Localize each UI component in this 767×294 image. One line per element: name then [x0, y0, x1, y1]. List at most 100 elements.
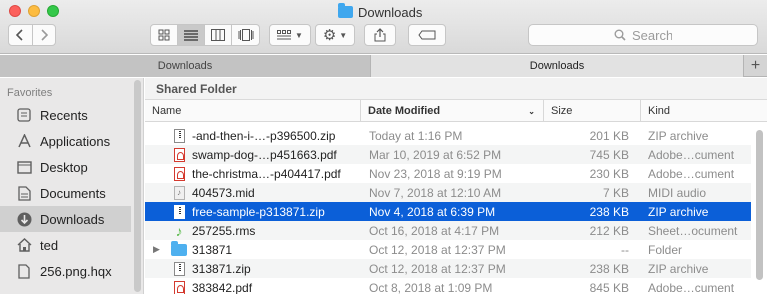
- column-label: Name: [152, 105, 182, 117]
- file-row[interactable]: 383842.pdf Oct 8, 2018 at 1:09 PM 845 KB…: [145, 278, 751, 294]
- scrollbar-thumb[interactable]: [756, 130, 763, 280]
- file-list-pane: Shared Folder Name Date Modified ⌄ Size K…: [145, 78, 767, 294]
- sidebar-item-label: Recents: [40, 107, 88, 123]
- back-button[interactable]: [9, 25, 33, 45]
- file-size: 745 KB: [589, 147, 629, 162]
- title-bar: Downloads ▼ ⚙ ▼: [0, 0, 767, 54]
- path-bar: Shared Folder: [145, 78, 767, 100]
- tags-button[interactable]: [408, 24, 446, 46]
- home-icon: [16, 237, 32, 253]
- group-by-button[interactable]: ▼: [269, 24, 311, 46]
- column-size-header[interactable]: Size: [543, 100, 640, 122]
- file-date: Oct 16, 2018 at 4:17 PM: [369, 223, 500, 238]
- back-forward-control: [8, 24, 56, 46]
- file-row[interactable]: 404573.mid Nov 7, 2018 at 12:10 AM 7 KB …: [145, 183, 751, 202]
- action-menu-button[interactable]: ⚙ ▼: [315, 24, 355, 46]
- column-date-header[interactable]: Date Modified ⌄: [360, 100, 543, 122]
- sidebar-item-home[interactable]: ted: [0, 232, 131, 258]
- cover-flow-icon: [238, 29, 253, 41]
- file-size: 201 KB: [589, 128, 629, 143]
- file-date: Oct 12, 2018 at 12:37 PM: [369, 261, 506, 276]
- file-kind: MIDI audio: [648, 185, 707, 200]
- forward-button[interactable]: [33, 25, 56, 45]
- tab-downloads-2[interactable]: Downloads: [371, 55, 744, 77]
- zip-file-icon: [171, 259, 187, 278]
- zoom-window-button[interactable]: [47, 5, 59, 17]
- chevron-down-icon: ▼: [339, 30, 348, 40]
- sidebar-item-label: Desktop: [40, 159, 88, 175]
- file-size: 212 KB: [589, 223, 629, 238]
- sidebar-item-desktop[interactable]: Desktop: [0, 154, 131, 180]
- sidebar-item-label: 256.png.hqx: [40, 263, 112, 279]
- file-kind: Folder: [648, 242, 683, 257]
- cover-flow-view-button[interactable]: [232, 25, 259, 45]
- sidebar-item-recents[interactable]: Recents: [0, 102, 131, 128]
- tab-label: Downloads: [157, 60, 213, 72]
- file-date: Nov 23, 2018 at 9:19 PM: [369, 166, 502, 181]
- tab-downloads-1[interactable]: Downloads: [0, 55, 371, 77]
- file-row-selected[interactable]: free-sample-p313871.zip Nov 4, 2018 at 6…: [145, 202, 751, 221]
- folder-row[interactable]: ▶ 313871 Oct 12, 2018 at 12:37 PM -- Fol…: [145, 240, 751, 259]
- sidebar-item-downloads[interactable]: Downloads: [0, 206, 131, 232]
- file-row[interactable]: ♪ 257255.rms Oct 16, 2018 at 4:17 PM 212…: [145, 221, 751, 240]
- icon-view-button[interactable]: [151, 25, 178, 45]
- file-kind: Sheet…ocument: [648, 223, 738, 238]
- sidebar-heading: Favorites: [7, 87, 53, 99]
- documents-icon: [16, 185, 32, 201]
- file-row[interactable]: swamp-dog-…p451663.pdf Mar 10, 2019 at 6…: [145, 145, 751, 164]
- pdf-file-icon: [171, 278, 187, 294]
- zip-file-icon: [171, 126, 187, 145]
- tab-label: Downloads: [529, 60, 585, 72]
- file-date: Oct 12, 2018 at 12:37 PM: [369, 242, 506, 257]
- sidebar-scrollbar[interactable]: [134, 80, 141, 292]
- recents-icon: [16, 107, 32, 123]
- file-name: swamp-dog-…p451663.pdf: [192, 147, 337, 162]
- share-button[interactable]: [364, 24, 396, 46]
- grid-group-icon: [277, 29, 292, 39]
- file-date: Oct 8, 2018 at 1:09 PM: [369, 280, 493, 294]
- file-name: 383842.pdf: [192, 280, 253, 294]
- close-window-button[interactable]: [9, 5, 21, 17]
- file-date: Nov 7, 2018 at 12:10 AM: [369, 185, 502, 200]
- file-row[interactable]: 313871.zip Oct 12, 2018 at 12:37 PM 238 …: [145, 259, 751, 278]
- column-view-button[interactable]: [205, 25, 232, 45]
- tag-icon: [418, 30, 436, 40]
- music-note-icon: ♪: [175, 222, 183, 239]
- column-header: Name Date Modified ⌄ Size Kind: [145, 100, 767, 122]
- new-tab-button[interactable]: +: [744, 55, 767, 76]
- search-input[interactable]: [632, 27, 672, 43]
- file-row[interactable]: the-christma…-p404417.pdf Nov 23, 2018 a…: [145, 164, 751, 183]
- file-icon: [16, 263, 32, 279]
- file-size: 238 KB: [589, 204, 629, 219]
- chevron-down-icon: ▼: [295, 30, 303, 40]
- minimize-window-button[interactable]: [28, 5, 40, 17]
- chevron-left-icon: [16, 29, 23, 41]
- column-label: Kind: [648, 105, 671, 117]
- column-view-icon: [211, 29, 225, 41]
- file-size: 238 KB: [589, 261, 629, 276]
- column-name-header[interactable]: Name: [145, 100, 360, 122]
- sidebar-item-256-png-hqx[interactable]: 256.png.hqx: [0, 258, 131, 284]
- sidebar: Favorites Recents Applications Desktop D…: [0, 78, 144, 294]
- file-size: --: [621, 242, 629, 257]
- search-field[interactable]: [528, 24, 758, 46]
- disclosure-triangle-icon[interactable]: ▶: [153, 240, 165, 259]
- folder-icon: [171, 240, 187, 259]
- list-view-button[interactable]: [178, 25, 205, 45]
- sidebar-item-label: Documents: [40, 185, 106, 201]
- column-label: Size: [551, 105, 573, 117]
- sidebar-item-applications[interactable]: Applications: [0, 128, 131, 154]
- sidebar-item-documents[interactable]: Documents: [0, 180, 131, 206]
- file-row[interactable]: -and-then-i-…-p396500.zip Today at 1:16 …: [145, 126, 751, 145]
- file-size: 230 KB: [589, 166, 629, 181]
- path-bar-label: Shared Folder: [156, 81, 237, 96]
- tab-bar: Downloads Downloads +: [0, 55, 767, 77]
- column-kind-header[interactable]: Kind: [640, 100, 752, 122]
- pdf-file-icon: [171, 145, 187, 164]
- file-name: 313871: [192, 242, 233, 257]
- list-view-icon: [184, 29, 198, 41]
- midi-file-icon: [171, 183, 187, 202]
- file-list-scrollbar[interactable]: [755, 124, 763, 294]
- sidebar-item-label: ted: [40, 237, 59, 253]
- file-name: 404573.mid: [192, 185, 255, 200]
